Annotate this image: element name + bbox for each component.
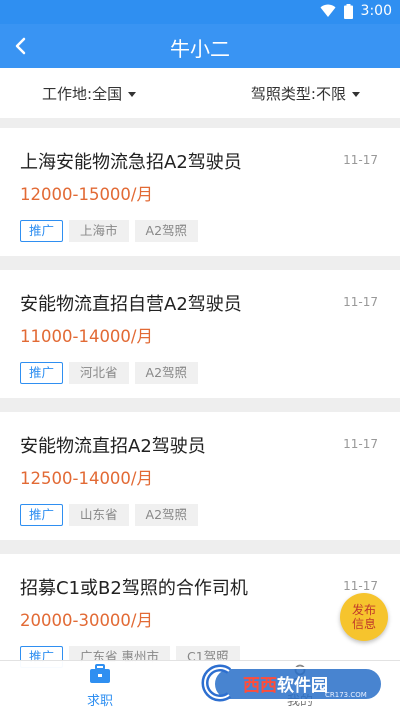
wifi-icon bbox=[320, 4, 336, 17]
job-card[interactable]: 安能物流直招自营A2驾驶员 11-17 11000-14000/月 推广 河北省… bbox=[0, 270, 400, 398]
location-tag: 山东省 bbox=[69, 504, 129, 526]
briefcase-icon bbox=[90, 664, 110, 683]
job-tags: 推广 上海市 A2驾照 bbox=[20, 220, 199, 242]
promo-tag: 推广 bbox=[20, 220, 64, 242]
watermark-text: 西西软件园 bbox=[243, 676, 328, 696]
page-title: 牛小二 bbox=[170, 37, 230, 61]
location-filter-label: 工作地:全国 bbox=[42, 85, 123, 103]
job-salary: 11000-14000/月 bbox=[20, 327, 153, 346]
location-tag: 上海市 bbox=[69, 220, 129, 242]
fab-line2: 信息 bbox=[351, 617, 376, 631]
license-tag: A2驾照 bbox=[134, 362, 199, 384]
job-salary: 12000-15000/月 bbox=[20, 185, 153, 204]
job-date: 11-17 bbox=[343, 295, 378, 309]
nav-jobs-label: 求职 bbox=[86, 694, 113, 709]
status-time: 3:00 bbox=[360, 3, 392, 19]
caret-down-icon bbox=[352, 91, 360, 97]
watermark-logo: 西西软件园 CR173.COM bbox=[195, 663, 395, 707]
job-date: 11-17 bbox=[343, 579, 378, 593]
app-bar: 牛小二 bbox=[0, 24, 400, 68]
watermark-url: CR173.COM bbox=[325, 691, 367, 699]
license-tag: A2驾照 bbox=[134, 504, 199, 526]
license-filter[interactable]: 驾照类型:不限 bbox=[251, 83, 360, 104]
promo-tag: 推广 bbox=[20, 362, 64, 384]
job-title: 安能物流直招A2驾驶员 bbox=[20, 436, 206, 457]
license-tag: A2驾照 bbox=[134, 220, 199, 242]
job-card[interactable]: 安能物流直招A2驾驶员 11-17 12500-14000/月 推广 山东省 A… bbox=[0, 412, 400, 540]
license-filter-label: 驾照类型:不限 bbox=[250, 85, 346, 103]
fab-line1: 发布 bbox=[351, 603, 376, 617]
job-title: 招募C1或B2驾照的合作司机 bbox=[20, 578, 248, 599]
filter-bar: 工作地:全国 驾照类型:不限 bbox=[0, 68, 400, 118]
job-title: 上海安能物流急招A2驾驶员 bbox=[20, 152, 242, 173]
job-date: 11-17 bbox=[343, 437, 378, 451]
job-tags: 推广 河北省 A2驾照 bbox=[20, 362, 199, 384]
job-title: 安能物流直招自营A2驾驶员 bbox=[20, 294, 242, 315]
location-tag: 河北省 bbox=[69, 362, 129, 384]
cr-logo-icon bbox=[201, 664, 232, 702]
nav-jobs[interactable]: 求职 bbox=[70, 664, 130, 709]
status-bar: 3:00 bbox=[0, 0, 400, 24]
job-card[interactable]: 上海安能物流急招A2驾驶员 11-17 12000-15000/月 推广 上海市… bbox=[0, 128, 400, 256]
job-salary: 12500-14000/月 bbox=[20, 469, 153, 488]
caret-down-icon bbox=[128, 91, 137, 97]
location-filter[interactable]: 工作地:全国 bbox=[42, 83, 137, 104]
publish-info-button[interactable]: 发布 信息 bbox=[340, 593, 388, 641]
job-salary: 20000-30000/月 bbox=[20, 611, 153, 630]
job-tags: 推广 山东省 A2驾照 bbox=[20, 504, 199, 526]
promo-tag: 推广 bbox=[20, 504, 64, 526]
job-date: 11-17 bbox=[343, 153, 378, 167]
battery-icon bbox=[343, 3, 353, 19]
